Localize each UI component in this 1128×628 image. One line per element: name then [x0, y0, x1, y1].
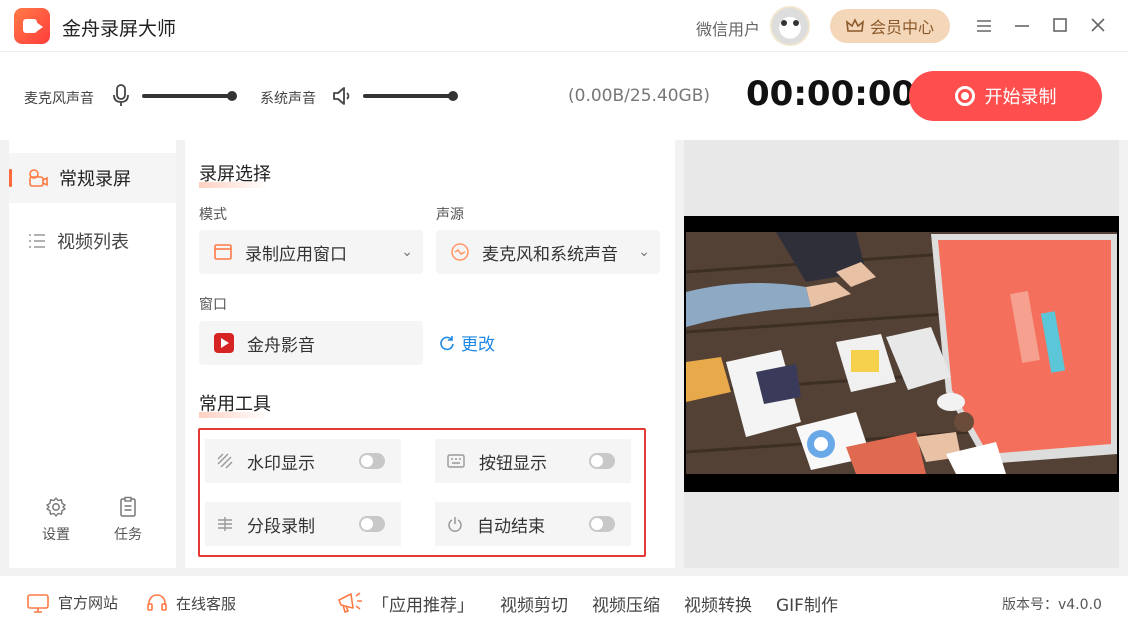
audio-source-icon — [451, 243, 469, 261]
main-area: 常规录屏 视频列表 设置 任务 录屏选择 模式 录制应用窗口 ⌄ 声源 麦克风和… — [0, 140, 1128, 576]
app-logo-icon — [14, 8, 50, 44]
user-name[interactable]: 微信用户 — [696, 16, 760, 40]
refresh-icon — [440, 335, 454, 350]
online-service-link[interactable]: 在线客服 — [146, 592, 236, 614]
sidebar-item-regular-record[interactable]: 常规录屏 — [9, 153, 176, 203]
watermark-icon — [217, 453, 233, 469]
monitor-icon — [27, 593, 49, 613]
segment-record-toggle[interactable] — [359, 516, 385, 532]
common-tools-title: 常用工具 — [199, 390, 271, 418]
tool-watermark: 水印显示 — [205, 439, 401, 483]
system-volume-slider[interactable] — [363, 91, 458, 101]
tool-auto-stop: 自动结束 — [435, 502, 631, 546]
video-cut-link[interactable]: 视频剪切 — [500, 591, 568, 616]
camera-icon — [29, 169, 48, 187]
audio-bar: 麦克风声音 系统声音 (0.00B/25.40GB) 00:00:00 开始录制 — [0, 52, 1128, 140]
preview-pane — [684, 140, 1119, 568]
audio-source-select[interactable]: 麦克风和系统声音 ⌄ — [436, 230, 660, 274]
mode-value: 录制应用窗口 — [245, 244, 347, 265]
menu-icon[interactable] — [972, 14, 996, 38]
close-icon[interactable] — [1086, 14, 1110, 38]
power-icon — [448, 517, 462, 532]
audio-source-value: 麦克风和系统声音 — [482, 244, 618, 265]
sidebar-item-label: 常规录屏 — [59, 169, 131, 190]
megaphone-icon — [338, 592, 362, 614]
window-select[interactable]: 金舟影音 — [199, 321, 423, 365]
tool-label: 水印显示 — [247, 453, 315, 474]
vip-center-button[interactable]: 会员中心 — [830, 9, 950, 43]
app-title: 金舟录屏大师 — [62, 18, 177, 40]
mode-label: 模式 — [199, 207, 227, 223]
settings-panel: 录屏选择 模式 录制应用窗口 ⌄ 声源 麦克风和系统声音 ⌄ 窗口 金舟影音 更… — [185, 140, 675, 568]
gear-icon — [46, 497, 66, 517]
minimize-icon[interactable] — [1010, 14, 1034, 38]
speaker-icon[interactable] — [332, 85, 354, 107]
video-convert-link[interactable]: 视频转换 — [684, 591, 752, 616]
tool-label: 按钮显示 — [479, 453, 547, 474]
button-display-toggle[interactable] — [589, 453, 615, 469]
footer-bar: 官方网站 在线客服 「应用推荐」 视频剪切 视频压缩 视频转换 GIF制作 版本… — [0, 576, 1128, 628]
vip-label: 会员中心 — [869, 18, 934, 37]
system-volume-label: 系统声音 — [260, 91, 316, 107]
avatar[interactable] — [770, 6, 810, 46]
maximize-icon[interactable] — [1048, 14, 1072, 38]
mic-volume-slider[interactable] — [142, 91, 237, 101]
tools-highlight-box: 水印显示 按钮显示 分段录制 自动结束 — [198, 428, 646, 557]
start-record-label: 开始录制 — [984, 87, 1057, 108]
title-bar: 金舟录屏大师 微信用户 会员中心 — [0, 0, 1128, 52]
window-value: 金舟影音 — [247, 335, 315, 356]
player-app-icon — [214, 333, 234, 353]
keyboard-icon — [447, 454, 465, 468]
tasks-button[interactable]: 任务 — [103, 496, 153, 544]
crown-icon — [845, 18, 864, 32]
headset-icon — [147, 594, 167, 611]
sidebar-item-label: 视频列表 — [57, 232, 129, 253]
official-site-link[interactable]: 官方网站 — [26, 592, 118, 613]
mode-select[interactable]: 录制应用窗口 ⌄ — [199, 230, 423, 274]
audio-source-label: 声源 — [436, 207, 464, 223]
preview-frame — [684, 216, 1119, 492]
start-record-button[interactable]: 开始录制 — [909, 71, 1102, 121]
sidebar-item-video-list[interactable]: 视频列表 — [9, 216, 176, 266]
window-icon — [214, 244, 232, 260]
tool-label: 分段录制 — [247, 516, 315, 537]
chevron-down-icon: ⌄ — [401, 244, 413, 260]
mic-volume-label: 麦克风声音 — [24, 91, 94, 107]
official-site-label: 官方网站 — [58, 594, 119, 612]
tool-label: 自动结束 — [477, 516, 545, 537]
auto-stop-toggle[interactable] — [589, 516, 615, 532]
window-label: 窗口 — [199, 297, 227, 313]
meeting-scene-image — [686, 232, 1117, 474]
change-window-link[interactable]: 更改 — [439, 330, 495, 355]
preview-image — [686, 232, 1117, 474]
record-icon — [954, 86, 975, 106]
online-service-label: 在线客服 — [176, 594, 237, 613]
clipboard-icon — [120, 496, 136, 517]
list-icon — [29, 234, 45, 248]
sidebar: 常规录屏 视频列表 设置 任务 — [9, 140, 176, 568]
settings-button[interactable]: 设置 — [31, 496, 81, 544]
version-label: 版本号：v4.0.0 — [1002, 597, 1102, 613]
mic-volume-knob[interactable] — [227, 91, 237, 101]
tool-segment-record: 分段录制 — [205, 502, 401, 546]
settings-label: 设置 — [42, 527, 70, 543]
segment-icon — [218, 517, 232, 531]
chevron-down-icon: ⌄ — [638, 244, 650, 260]
tasks-label: 任务 — [114, 527, 142, 543]
gif-make-link[interactable]: GIF制作 — [776, 591, 838, 616]
system-volume-knob[interactable] — [448, 91, 458, 101]
storage-info: (0.00B/25.40GB) — [568, 86, 711, 106]
watermark-toggle[interactable] — [359, 453, 385, 469]
video-compress-link[interactable]: 视频压缩 — [592, 591, 660, 616]
change-label: 更改 — [461, 335, 495, 355]
record-select-title: 录屏选择 — [199, 160, 271, 188]
record-timer: 00:00:00 — [746, 74, 916, 114]
microphone-icon[interactable] — [112, 84, 130, 108]
tool-button-display: 按钮显示 — [435, 439, 631, 483]
app-recommend-link[interactable]: 「应用推荐」 — [372, 591, 474, 616]
